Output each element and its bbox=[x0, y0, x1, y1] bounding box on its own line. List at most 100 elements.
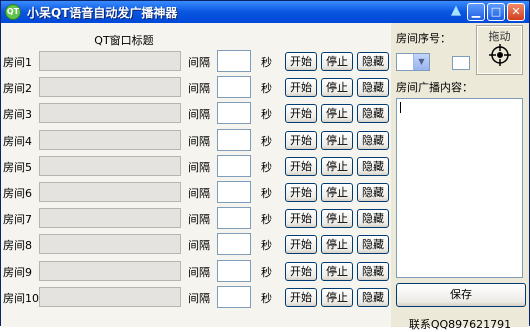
seconds-label-8: 秒 bbox=[261, 239, 272, 252]
room-label-6: 房间6 bbox=[3, 187, 32, 200]
drag-target-panel[interactable]: 拖动 bbox=[476, 25, 523, 75]
hide-button-4[interactable]: 隐藏 bbox=[357, 131, 389, 150]
hide-button-2[interactable]: 隐藏 bbox=[357, 78, 389, 97]
qt-window-title-header: QT窗口标题 bbox=[94, 34, 154, 47]
stop-button-1[interactable]: 停止 bbox=[321, 52, 353, 71]
qt-app-icon: QT bbox=[5, 4, 21, 20]
interval-label-2: 间隔 bbox=[188, 82, 210, 95]
room-title-input-2[interactable] bbox=[39, 77, 181, 97]
start-button-2[interactable]: 开始 bbox=[285, 78, 317, 97]
interval-label-8: 间隔 bbox=[188, 239, 210, 252]
room-title-input-4[interactable] bbox=[39, 130, 181, 150]
close-button[interactable]: ✕ bbox=[507, 3, 525, 21]
chevron-down-icon[interactable]: ▼ bbox=[413, 54, 429, 70]
interval-label-4: 间隔 bbox=[188, 135, 210, 148]
window-title: 小呆QT语音自动发广播神器 bbox=[27, 6, 178, 20]
hide-button-1[interactable]: 隐藏 bbox=[357, 52, 389, 71]
interval-input-10[interactable] bbox=[217, 286, 251, 308]
interval-input-5[interactable] bbox=[217, 155, 251, 177]
room-label-3: 房间3 bbox=[3, 108, 32, 121]
room-label-1: 房间1 bbox=[3, 56, 32, 69]
hide-button-10[interactable]: 隐藏 bbox=[357, 288, 389, 307]
interval-label-6: 间隔 bbox=[188, 187, 210, 200]
minimize-button[interactable]: ▁ bbox=[467, 3, 485, 21]
stop-button-8[interactable]: 停止 bbox=[321, 235, 353, 254]
room-title-input-10[interactable] bbox=[39, 287, 181, 307]
seconds-label-9: 秒 bbox=[261, 266, 272, 279]
start-button-7[interactable]: 开始 bbox=[285, 209, 317, 228]
stop-button-5[interactable]: 停止 bbox=[321, 157, 353, 176]
broadcast-content-textarea[interactable] bbox=[396, 98, 523, 278]
interval-input-3[interactable] bbox=[217, 102, 251, 124]
interval-label-10: 间隔 bbox=[188, 292, 210, 305]
rooms-panel: QT窗口标题 房间1 间隔秒开始 停止 隐藏 房间2 间隔秒开始 停止 隐藏 房间3 间隔秒开始停… bbox=[1, 23, 391, 327]
room-label-4: 房间4 bbox=[3, 135, 32, 148]
hide-button-6[interactable]: 隐藏 bbox=[357, 183, 389, 202]
crosshair-target-icon[interactable] bbox=[489, 44, 511, 66]
stop-button-3[interactable]: 停止 bbox=[321, 104, 353, 123]
interval-input-9[interactable] bbox=[217, 260, 251, 282]
room-title-input-1[interactable] bbox=[39, 51, 181, 71]
start-button-8[interactable]: 开始 bbox=[285, 235, 317, 254]
stop-button-2[interactable]: 停止 bbox=[321, 78, 353, 97]
hide-button-3[interactable]: 隐藏 bbox=[357, 104, 389, 123]
room-label-10: 房间10 bbox=[3, 292, 39, 305]
room-title-input-6[interactable] bbox=[39, 182, 181, 202]
interval-label-7: 间隔 bbox=[188, 213, 210, 226]
title-bar[interactable]: QT 小呆QT语音自动发广播神器 ▲ ▁ □ ✕ bbox=[1, 1, 529, 23]
seconds-label-3: 秒 bbox=[261, 108, 272, 121]
start-button-4[interactable]: 开始 bbox=[285, 131, 317, 150]
start-button-9[interactable]: 开始 bbox=[285, 262, 317, 281]
room-title-input-3[interactable] bbox=[39, 103, 181, 123]
room-label-7: 房间7 bbox=[3, 213, 32, 226]
save-button[interactable]: 保存 bbox=[396, 283, 526, 307]
interval-input-6[interactable] bbox=[217, 181, 251, 203]
room-number-select[interactable]: ▼ bbox=[396, 53, 430, 71]
start-button-1[interactable]: 开始 bbox=[285, 52, 317, 71]
interval-input-8[interactable] bbox=[217, 233, 251, 255]
hide-button-5[interactable]: 隐藏 bbox=[357, 157, 389, 176]
start-button-10[interactable]: 开始 bbox=[285, 288, 317, 307]
stop-button-7[interactable]: 停止 bbox=[321, 209, 353, 228]
seconds-label-10: 秒 bbox=[261, 292, 272, 305]
start-button-3[interactable]: 开始 bbox=[285, 104, 317, 123]
stop-button-6[interactable]: 停止 bbox=[321, 183, 353, 202]
interval-input-2[interactable] bbox=[217, 76, 251, 98]
interval-label-9: 间隔 bbox=[188, 266, 210, 279]
text-caret bbox=[400, 102, 401, 113]
app-window: QT 小呆QT语音自动发广播神器 ▲ ▁ □ ✕ QT窗口标题 房间1 间隔秒开始… bbox=[0, 0, 530, 331]
broadcast-panel: 房间序号： ▼ 拖动 房间广播内容： 保存 联系QQ897621791 bbox=[391, 23, 529, 331]
drag-label: 拖动 bbox=[488, 30, 511, 43]
seconds-label-6: 秒 bbox=[261, 187, 272, 200]
shirt-icon[interactable]: ▲ bbox=[449, 4, 463, 18]
start-button-5[interactable]: 开始 bbox=[285, 157, 317, 176]
interval-input-1[interactable] bbox=[217, 50, 251, 72]
room-title-input-9[interactable] bbox=[39, 261, 181, 281]
interval-label-3: 间隔 bbox=[188, 108, 210, 121]
room-label-9: 房间9 bbox=[3, 266, 32, 279]
broadcast-content-label: 房间广播内容： bbox=[396, 81, 473, 94]
room-label-8: 房间8 bbox=[3, 239, 32, 252]
stop-button-9[interactable]: 停止 bbox=[321, 262, 353, 281]
start-button-6[interactable]: 开始 bbox=[285, 183, 317, 202]
interval-input-4[interactable] bbox=[217, 129, 251, 151]
seconds-label-7: 秒 bbox=[261, 213, 272, 226]
seconds-label-4: 秒 bbox=[261, 135, 272, 148]
stop-button-4[interactable]: 停止 bbox=[321, 131, 353, 150]
room-title-input-5[interactable] bbox=[39, 156, 181, 176]
hide-button-9[interactable]: 隐藏 bbox=[357, 262, 389, 281]
room-title-input-7[interactable] bbox=[39, 208, 181, 228]
room-title-input-8[interactable] bbox=[39, 234, 181, 254]
interval-label-5: 间隔 bbox=[188, 161, 210, 174]
seconds-label-1: 秒 bbox=[261, 56, 272, 69]
hide-button-7[interactable]: 隐藏 bbox=[357, 209, 389, 228]
interval-input-7[interactable] bbox=[217, 207, 251, 229]
room-label-2: 房间2 bbox=[3, 82, 32, 95]
room-number-box[interactable] bbox=[452, 56, 470, 70]
stop-button-10[interactable]: 停止 bbox=[321, 288, 353, 307]
hide-button-8[interactable]: 隐藏 bbox=[357, 235, 389, 254]
seconds-label-2: 秒 bbox=[261, 82, 272, 95]
maximize-button[interactable]: □ bbox=[487, 3, 505, 21]
room-label-5: 房间5 bbox=[3, 161, 32, 174]
seconds-label-5: 秒 bbox=[261, 161, 272, 174]
